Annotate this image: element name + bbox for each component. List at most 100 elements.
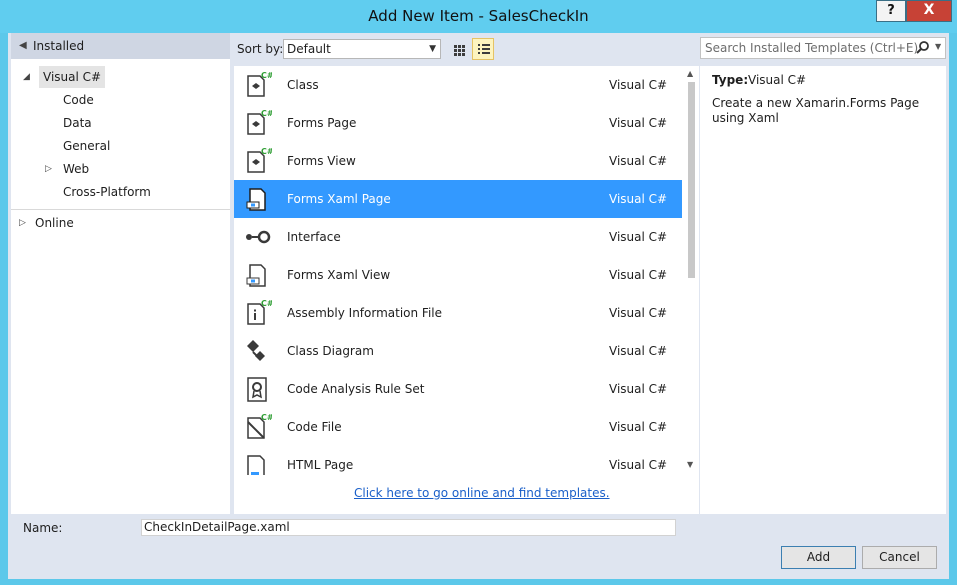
tree-item-cross-platform[interactable]: Cross-Platform [63,181,151,203]
template-language: Visual C# [609,116,668,130]
tree-item-label: Code [63,93,94,107]
template-list-scrollbar[interactable]: ▲ ▼ [683,66,699,475]
template-description: Create a new Xamarin.Forms Page using Xa… [712,96,920,125]
template-item-interface[interactable]: Interface Visual C# [234,218,682,256]
expanded-arrow-icon[interactable]: ◢ [23,66,30,88]
online-templates-link[interactable]: Click here to go online and find templat… [354,486,610,500]
template-item-class-diagram[interactable]: Class Diagram Visual C# [234,332,682,370]
search-templates-input[interactable]: Search Installed Templates (Ctrl+E) ▼ [700,37,946,59]
list-view-icon [478,44,490,54]
search-icon[interactable] [915,40,931,56]
window-title: Add New Item - SalesCheckIn [368,7,589,25]
assembly-info-icon: C# [247,299,272,325]
template-language: Visual C# [609,230,668,244]
tree-header-installed[interactable]: ◀ Installed [11,33,230,59]
search-options-arrow-icon[interactable]: ▼ [935,42,941,51]
scroll-up-arrow-icon[interactable]: ▲ [687,69,693,78]
svg-text:C#: C# [261,147,272,156]
template-item-forms-xaml-page[interactable]: Forms Xaml Page Visual C# [234,180,682,218]
title-bar: Add New Item - SalesCheckIn ? X [0,0,957,33]
forms-view-icon: C# [247,147,272,173]
tree-item-data[interactable]: Data [63,112,92,134]
sort-by-dropdown[interactable]: Default ▼ [283,39,441,59]
forms-page-icon: C# [247,109,272,135]
tree-header-label: Installed [33,39,85,53]
template-name: Assembly Information File [287,306,443,320]
tree-item-visual-csharp[interactable]: ◢ Visual C# [23,66,106,88]
svg-text:C#: C# [261,413,272,422]
small-icons-view-button[interactable] [472,38,494,60]
template-language: Visual C# [609,382,668,396]
template-item-forms-view[interactable]: C# Forms View Visual C# [234,142,682,180]
template-name: Code Analysis Rule Set [287,382,425,396]
html-page-icon [247,455,265,475]
category-tree: ◀ Installed ◢ Visual C# Code Data Genera… [11,33,230,514]
collapsed-arrow-icon[interactable]: ▷ [45,158,52,180]
svg-text:C#: C# [261,109,272,118]
template-language: Visual C# [609,154,668,168]
svg-text:C#: C# [261,299,272,308]
dialog-body: ◀ Installed ◢ Visual C# Code Data Genera… [8,33,949,579]
sort-by-value: Default [287,42,331,56]
sort-by-label: Sort by: [237,42,284,56]
code-file-icon: C# [247,413,272,439]
svg-text:C#: C# [261,71,272,80]
tree-item-code[interactable]: Code [63,89,94,111]
tree-item-label: Cross-Platform [63,185,151,199]
template-item-assembly-information-file[interactable]: C# Assembly Information File Visual C# [234,294,682,332]
tree-item-general[interactable]: General [63,135,110,157]
template-name: Forms Xaml Page [287,192,391,206]
template-item-forms-xaml-view[interactable]: Forms Xaml View Visual C# [234,256,682,294]
template-language: Visual C# [609,78,668,92]
name-label: Name: [23,521,63,535]
template-name: Class [287,78,319,92]
tree-item-online[interactable]: ▷ Online [19,212,74,234]
template-name: Forms View [287,154,356,168]
class-diagram-icon [247,340,265,361]
tree-item-label: General [63,139,111,153]
template-item-class[interactable]: C# Class Visual C# [234,66,682,104]
collapsed-arrow-icon[interactable]: ▷ [19,212,26,234]
help-button[interactable]: ? [876,0,906,22]
tree-item-web[interactable]: ▷ Web [45,158,90,180]
tree-item-label: Visual C# [43,70,102,84]
template-language: Visual C# [609,420,668,434]
xaml-view-icon [246,264,266,287]
cancel-button[interactable]: Cancel [862,546,937,569]
template-name: Code File [287,420,342,434]
template-name: HTML Page [287,458,354,472]
grid-view-icon [454,45,465,56]
template-item-html-page[interactable]: HTML Page Visual C# [234,446,682,475]
add-button[interactable]: Add [781,546,856,569]
template-item-code-file[interactable]: C# Code File Visual C# [234,408,682,446]
search-placeholder: Search Installed Templates (Ctrl+E) [705,41,919,55]
template-language: Visual C# [609,344,668,358]
close-button[interactable]: X [906,0,952,22]
interface-icon [246,230,271,244]
tree-item-label: Online [35,216,74,230]
template-name: Forms Xaml View [287,268,391,282]
collapse-caret-icon: ◀ [19,40,27,51]
template-language: Visual C# [609,458,668,472]
scroll-down-arrow-icon[interactable]: ▼ [687,460,693,469]
template-list: C# Class Visual C# C# Forms Page Visual … [234,66,699,514]
scroll-thumb[interactable] [688,82,695,278]
tree-item-label: Data [63,116,92,130]
dropdown-arrow-icon: ▼ [429,44,436,54]
template-item-forms-page[interactable]: C# Forms Page Visual C# [234,104,682,142]
template-name: Interface [287,230,341,244]
template-language: Visual C# [609,192,668,206]
medium-icons-view-button[interactable] [447,38,469,60]
rule-set-icon [247,377,267,402]
class-icon: C# [247,71,272,97]
type-label: Type: [712,73,749,87]
type-value: Visual C# [748,73,807,87]
template-language: Visual C# [609,268,668,282]
tree-item-label: Web [63,162,90,176]
tree-divider [11,209,230,210]
template-details-panel: Type: Visual C# Create a new Xamarin.For… [700,66,946,514]
template-language: Visual C# [609,306,668,320]
template-name: Class Diagram [287,344,374,358]
item-name-input[interactable]: CheckInDetailPage.xaml [141,519,676,536]
template-item-code-analysis-rule-set[interactable]: Code Analysis Rule Set Visual C# [234,370,682,408]
